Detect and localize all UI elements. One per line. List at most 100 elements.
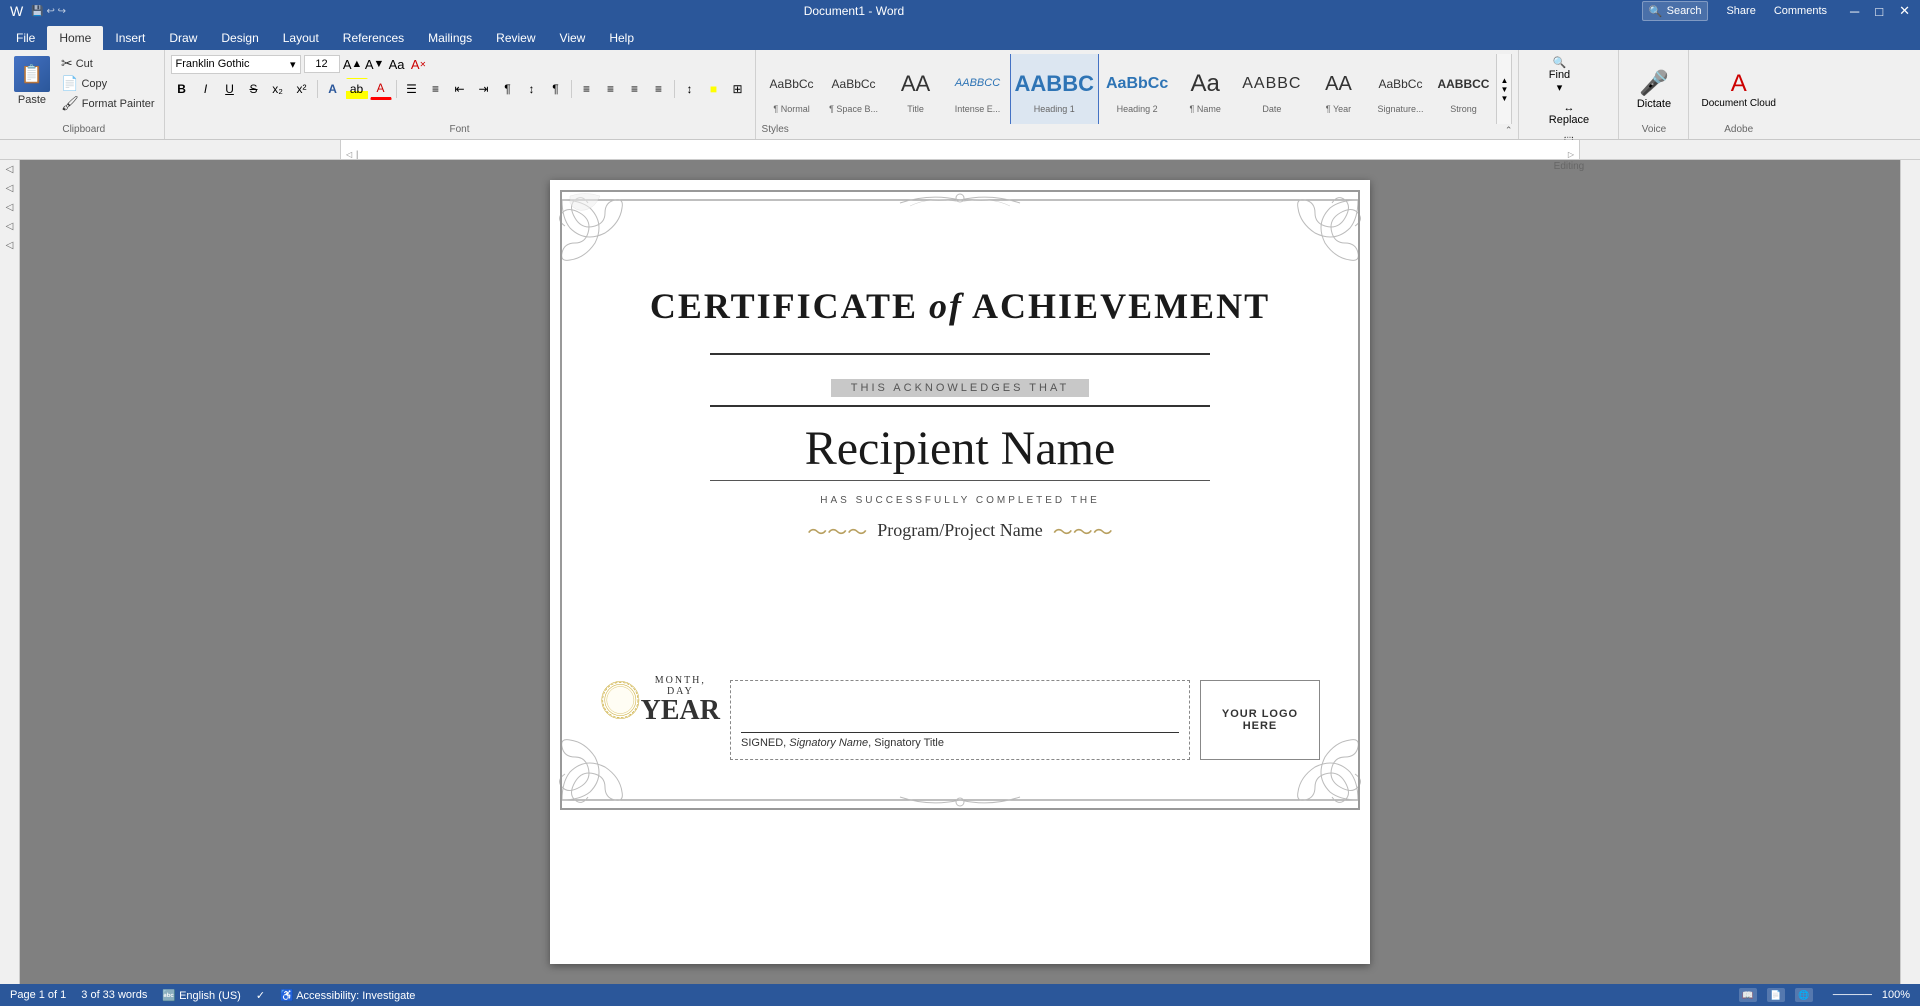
shading-button[interactable]: ■ (703, 78, 725, 100)
font-size-input[interactable]: 12 (304, 55, 340, 73)
font-name-input[interactable]: Franklin Gothic ▾ (171, 55, 301, 74)
tab-help[interactable]: Help (597, 26, 646, 50)
style-date[interactable]: AABBC Date (1237, 54, 1306, 124)
style-signature1[interactable]: AaBbCc Signature... (1370, 54, 1430, 124)
replace-icon: ↔ (1563, 102, 1574, 114)
voice-group-label: Voice (1642, 124, 1666, 137)
line-spacing-button[interactable]: ↕ (679, 78, 701, 100)
adobe-button[interactable]: A Document Cloud (1695, 68, 1781, 111)
underline-button[interactable]: U (219, 78, 241, 100)
show-hide-button[interactable]: ¶ (545, 78, 567, 100)
subscript-button[interactable]: x₂ (267, 78, 289, 100)
paste-label: Paste (18, 94, 46, 106)
style-title-preview: AA (901, 64, 930, 104)
read-mode-icon[interactable]: 📖 (1739, 988, 1757, 1002)
font-grow-button[interactable]: A▲ (343, 54, 363, 74)
tab-layout[interactable]: Layout (271, 26, 331, 50)
style-normal[interactable]: AaBbCc ¶ Normal (762, 54, 822, 124)
font-color-button[interactable]: A (370, 78, 392, 100)
tab-design[interactable]: Design (209, 26, 270, 50)
seal-month: MONTH, DAY (641, 675, 720, 697)
tab-file[interactable]: File (4, 26, 47, 50)
find-dropdown-icon: ▾ (1557, 81, 1563, 94)
search-label[interactable]: Search (1667, 5, 1702, 17)
close-button[interactable]: ✕ (1899, 3, 1910, 19)
tab-references[interactable]: References (331, 26, 416, 50)
style-intense-emph[interactable]: AABBCC Intense E... (948, 54, 1008, 124)
find-button[interactable]: 🔍 Find ▾ (1543, 54, 1576, 96)
zoom-slider[interactable]: ───── (1833, 989, 1872, 1001)
format-painter-button[interactable]: 🖌 Format Painter (58, 94, 158, 113)
logo-text2: HERE (1222, 720, 1298, 732)
tab-insert[interactable]: Insert (103, 26, 157, 50)
tab-mailings[interactable]: Mailings (416, 26, 484, 50)
bold-button[interactable]: B (171, 78, 193, 100)
style-strong-preview: AABBCC (1437, 64, 1489, 104)
web-layout-icon[interactable]: 🌐 (1795, 988, 1813, 1002)
styles-gallery: AaBbCc ¶ Normal AaBbCc ¶ Space B... AA T… (762, 54, 1513, 124)
cert-program[interactable]: Program/Project Name (877, 520, 1042, 541)
borders-button[interactable]: ⊞ (727, 78, 749, 100)
cut-button[interactable]: ✂ Cut (58, 54, 158, 73)
numbering-button[interactable]: ≡ (425, 78, 447, 100)
style-heading2[interactable]: AaBbCc Heading 2 (1101, 54, 1173, 124)
style-name[interactable]: Aa ¶ Name (1175, 54, 1235, 124)
comments-button[interactable]: Comments (1774, 5, 1827, 17)
paste-button[interactable]: 📋 Paste (10, 54, 54, 108)
style-title[interactable]: AA Title (886, 54, 946, 124)
cert-signature-box[interactable]: SIGNED, Signatory Name, Signatory Title (730, 680, 1190, 760)
signatory-title: Signatory Title (874, 737, 944, 749)
align-left-button[interactable]: ≡ (576, 78, 598, 100)
style-space-before[interactable]: AaBbCc ¶ Space B... (824, 54, 884, 124)
style-year[interactable]: AA ¶ Year (1308, 54, 1368, 124)
font-shrink-button[interactable]: A▼ (365, 54, 385, 74)
indent-dec-button[interactable]: ⇤ (449, 78, 471, 100)
certificate: CERTIFICATE of ACHIEVEMENT THIS ACKNOWLE… (550, 180, 1370, 820)
tab-view[interactable]: View (548, 26, 598, 50)
style-heading2-preview: AaBbCc (1106, 64, 1168, 104)
title-bar: W 💾 ↩ ↪ Document1 - Word 🔍 Search Share … (0, 0, 1920, 22)
minimize-button[interactable]: ─ (1850, 4, 1859, 19)
highlight-button[interactable]: ab (346, 78, 368, 100)
italic-button[interactable]: I (195, 78, 217, 100)
replace-button[interactable]: ↔ Replace (1543, 100, 1595, 128)
style-year-preview: AA (1325, 64, 1352, 104)
cert-recipient[interactable]: Recipient Name (805, 421, 1116, 476)
dictate-button[interactable]: 🎤 Dictate (1631, 67, 1677, 112)
indent-inc-button[interactable]: ⇥ (473, 78, 495, 100)
left-sidebar: ◁ ◁ ◁ ◁ ◁ (0, 160, 20, 984)
style-year-label: ¶ Year (1326, 104, 1351, 114)
style-heading1[interactable]: AABBC Heading 1 (1010, 54, 1099, 124)
align-right-button[interactable]: ≡ (624, 78, 646, 100)
print-layout-icon[interactable]: 📄 (1767, 988, 1785, 1002)
sort-button[interactable]: ↕ (521, 78, 543, 100)
style-heading1-preview: AABBC (1015, 64, 1094, 104)
font-name-value: Franklin Gothic (176, 58, 250, 70)
strikethrough-button[interactable]: S (243, 78, 265, 100)
ltr-button[interactable]: ¶ (497, 78, 519, 100)
superscript-button[interactable]: x² (291, 78, 313, 100)
justify-button[interactable]: ≡ (648, 78, 670, 100)
style-normal-preview: AaBbCc (770, 64, 814, 104)
font-case-button[interactable]: Aa (387, 54, 407, 74)
tab-draw[interactable]: Draw (157, 26, 209, 50)
search-box[interactable]: 🔍 Search (1642, 1, 1709, 21)
document[interactable]: CERTIFICATE of ACHIEVEMENT THIS ACKNOWLE… (550, 180, 1370, 964)
copy-button[interactable]: 📄 Copy (58, 74, 158, 93)
maximize-button[interactable]: □ (1875, 4, 1883, 19)
bullets-button[interactable]: ☰ (401, 78, 423, 100)
align-center-button[interactable]: ≡ (600, 78, 622, 100)
cert-logo-box[interactable]: YOUR LOGO HERE (1200, 680, 1320, 760)
text-effects-button[interactable]: A (322, 78, 344, 100)
adobe-group-label: Adobe (1724, 124, 1753, 137)
sidebar-marker2: ◁ (4, 183, 15, 194)
cert-completed: HAS SUCCESSFULLY COMPLETED THE (820, 495, 1100, 506)
styles-dialog-launcher[interactable]: ⌃ (1505, 125, 1513, 136)
share-button[interactable]: Share (1726, 5, 1755, 17)
cert-acknowledges: THIS ACKNOWLEDGES THAT (831, 379, 1089, 397)
style-strong[interactable]: AABBCC Strong (1432, 54, 1494, 124)
clear-format-button[interactable]: A✕ (409, 54, 429, 74)
tab-review[interactable]: Review (484, 26, 547, 50)
tab-home[interactable]: Home (47, 26, 103, 50)
styles-scroll-up[interactable]: ▲▼▼ (1496, 54, 1512, 124)
